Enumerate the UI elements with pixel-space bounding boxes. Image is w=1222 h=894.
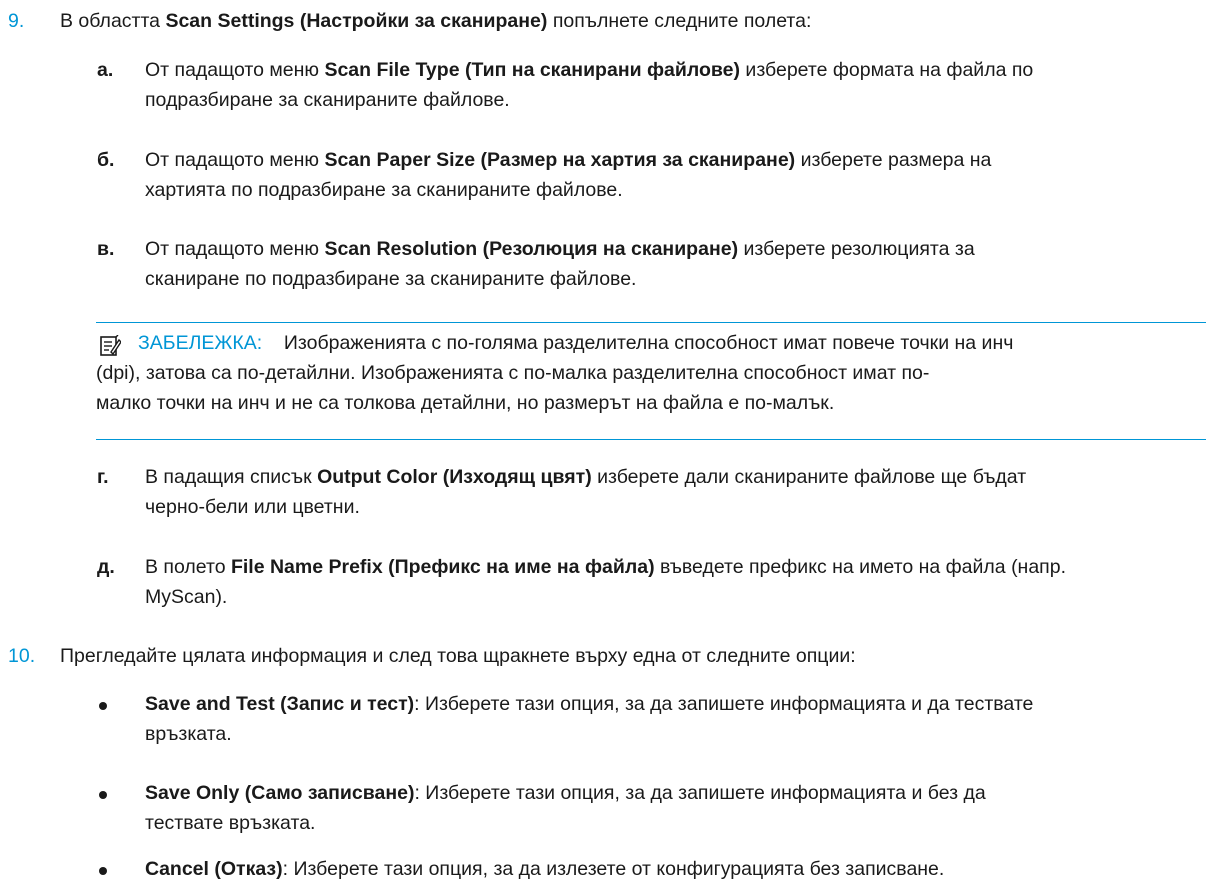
step-10-text: Прегледайте цялата информация и след тов… (60, 645, 856, 667)
option-2-post: : Изберете тази опция, за да излезете от… (282, 858, 945, 880)
sub-d-line2: MyScan). (145, 586, 228, 608)
sub-d-pre: В полето (145, 556, 231, 578)
bullet-icon (99, 702, 107, 710)
sub-a-text: От падащото меню Scan File Type (Тип на … (145, 55, 1205, 115)
sub-g-letter: г. (97, 466, 109, 488)
sub-d-text: В полето File Name Prefix (Префикс на им… (145, 552, 1205, 612)
note-line1: Изображенията с по-голяма разделителна с… (283, 332, 1014, 354)
option-1-post: : Изберете тази опция, за да запишете ин… (414, 782, 986, 804)
sub-g-post: изберете дали сканираните файлове ще бъд… (591, 466, 1027, 488)
sub-b-text: От падащото меню Scan Paper Size (Размер… (145, 145, 1205, 205)
option-1-bold: Save Only (Само записване) (145, 782, 415, 804)
option-save-only: Save Only (Само записване): Изберете таз… (145, 778, 1205, 838)
step-9-number: 9. (8, 10, 25, 32)
sub-a-line2: подразбиране за сканираните файлове. (145, 89, 510, 111)
note-line3: малко точки на инч и не са толкова детай… (96, 392, 835, 414)
option-0-line2: връзката. (145, 723, 232, 745)
sub-b-letter: б. (97, 149, 115, 171)
step-9-bold: Scan Settings (Настройки за сканиране) (165, 10, 548, 32)
option-cancel: Cancel (Отказ): Изберете тази опция, за … (145, 854, 1205, 884)
step-10-number: 10. (8, 645, 36, 667)
step-9-text: В областта Scan Settings (Настройки за с… (60, 6, 811, 36)
option-save-and-test: Save and Test (Запис и тест): Изберете т… (145, 689, 1205, 749)
step-9-post: попълнете следните полета: (547, 10, 812, 32)
sub-b-post: изберете размера на (795, 149, 992, 171)
sub-g-text: В падащия списък Output Color (Изходящ ц… (145, 462, 1205, 522)
note-label: ЗАБЕЛЕЖКА: (138, 332, 263, 354)
note-box: ЗАБЕЛЕЖКА: Изображенията с по-голяма раз… (96, 322, 1206, 440)
sub-a-post: изберете формата на файла по (740, 59, 1034, 81)
sub-a-letter: а. (97, 59, 114, 81)
step-9-pre: В областта (60, 10, 166, 32)
sub-g-line2: черно-бели или цветни. (145, 496, 360, 518)
sub-b-bold: Scan Paper Size (Размер на хартия за ска… (324, 149, 796, 171)
sub-d-bold: File Name Prefix (Префикс на име на файл… (230, 556, 655, 578)
bullet-icon (99, 791, 107, 799)
sub-a-bold: Scan File Type (Тип на сканирани файлове… (324, 59, 741, 81)
sub-v-post: изберете резолюцията за (738, 238, 975, 260)
sub-g-bold: Output Color (Изходящ цвят) (317, 466, 592, 488)
sub-v-letter: в. (97, 238, 115, 260)
option-0-post: : Изберете тази опция, за да запишете ин… (414, 693, 1034, 715)
sub-g-pre: В падащия списък (145, 466, 318, 488)
sub-d-letter: д. (97, 556, 115, 578)
sub-d-post: въведете префикс на името на файла (напр… (654, 556, 1066, 578)
option-2-bold: Cancel (Отказ) (145, 858, 283, 880)
sub-v-pre: От падащото меню (145, 238, 325, 260)
sub-a-pre: От падащото меню (145, 59, 325, 81)
option-0-bold: Save and Test (Запис и тест) (145, 693, 415, 715)
note-line2: (dpi), затова са по-детайлни. Изображени… (96, 362, 930, 384)
bullet-icon (99, 867, 107, 875)
sub-b-line2: хартията по подразбиране за сканираните … (145, 179, 623, 201)
option-1-line2: тествате връзката. (145, 812, 316, 834)
note-text: ЗАБЕЛЕЖКА: Изображенията с по-голяма раз… (96, 328, 1196, 418)
sub-v-bold: Scan Resolution (Резолюция на сканиране) (324, 238, 739, 260)
sub-v-line2: сканиране по подразбиране за сканираните… (145, 268, 637, 290)
sub-v-text: От падащото меню Scan Resolution (Резолю… (145, 234, 1205, 294)
sub-b-pre: От падащото меню (145, 149, 325, 171)
